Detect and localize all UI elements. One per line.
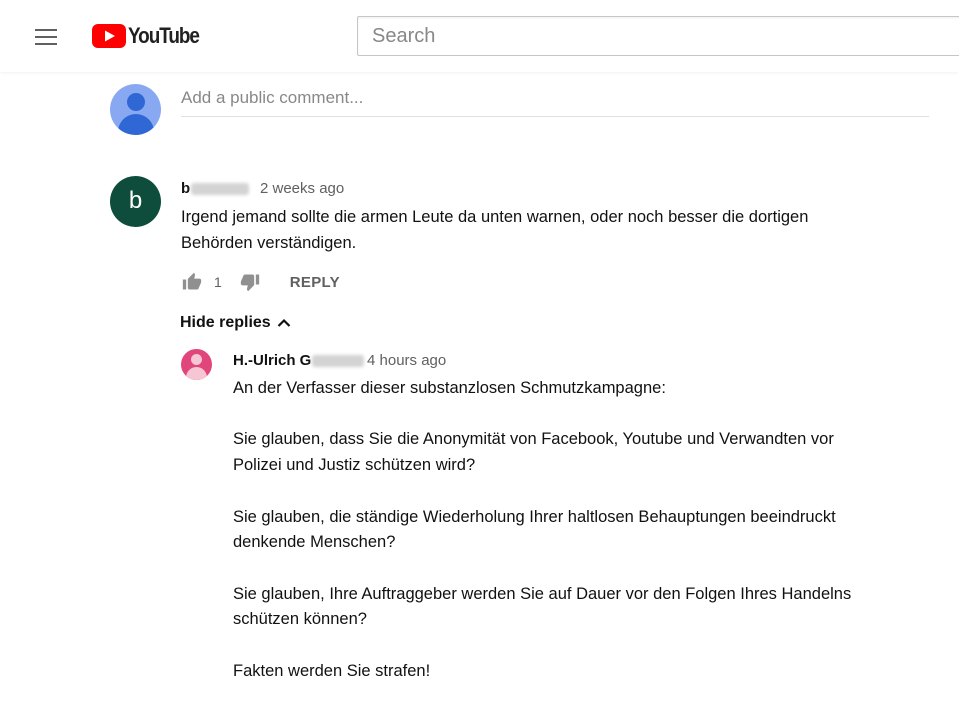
redacted-name-blur [312, 355, 365, 368]
reply-author-visible-name: H.-Ulrich G [233, 352, 312, 369]
reply-author-avatar[interactable] [181, 349, 212, 380]
reply-author-name[interactable]: H.-Ulrich G [233, 352, 365, 369]
comment-author-avatar[interactable]: b [110, 176, 161, 227]
reply-timestamp[interactable]: 4 hours ago [367, 352, 446, 369]
logo-text: YouTube [128, 23, 200, 48]
search-input[interactable] [358, 17, 959, 55]
chevron-up-icon [277, 318, 290, 327]
thumbs-up-icon[interactable] [182, 272, 202, 292]
masthead: YouTube [0, 0, 959, 72]
hide-replies-button[interactable]: Hide replies [180, 314, 291, 332]
reply-button[interactable]: REPLY [290, 274, 340, 291]
redacted-name-blur [191, 183, 250, 196]
add-comment-input[interactable]: Add a public comment... [181, 85, 929, 117]
youtube-play-icon [92, 24, 126, 48]
like-count: 1 [214, 274, 222, 290]
thumbs-down-icon[interactable] [240, 272, 260, 292]
reply-text: An der Verfasser dieser substanzlosen Sc… [233, 379, 852, 680]
comment-action-bar: 1 REPLY [182, 271, 340, 293]
comment-author-initial: b [181, 180, 191, 197]
comment-author-name[interactable]: b [181, 180, 250, 197]
comment-timestamp[interactable]: 2 weeks ago [260, 180, 344, 197]
hide-replies-label: Hide replies [180, 314, 271, 331]
youtube-logo[interactable]: YouTube [92, 22, 210, 50]
search-box [357, 16, 959, 56]
current-user-avatar[interactable] [110, 84, 161, 135]
hamburger-menu-icon[interactable] [26, 20, 66, 56]
comment-text: Irgend jemand sollte die armen Leute da … [181, 208, 809, 252]
